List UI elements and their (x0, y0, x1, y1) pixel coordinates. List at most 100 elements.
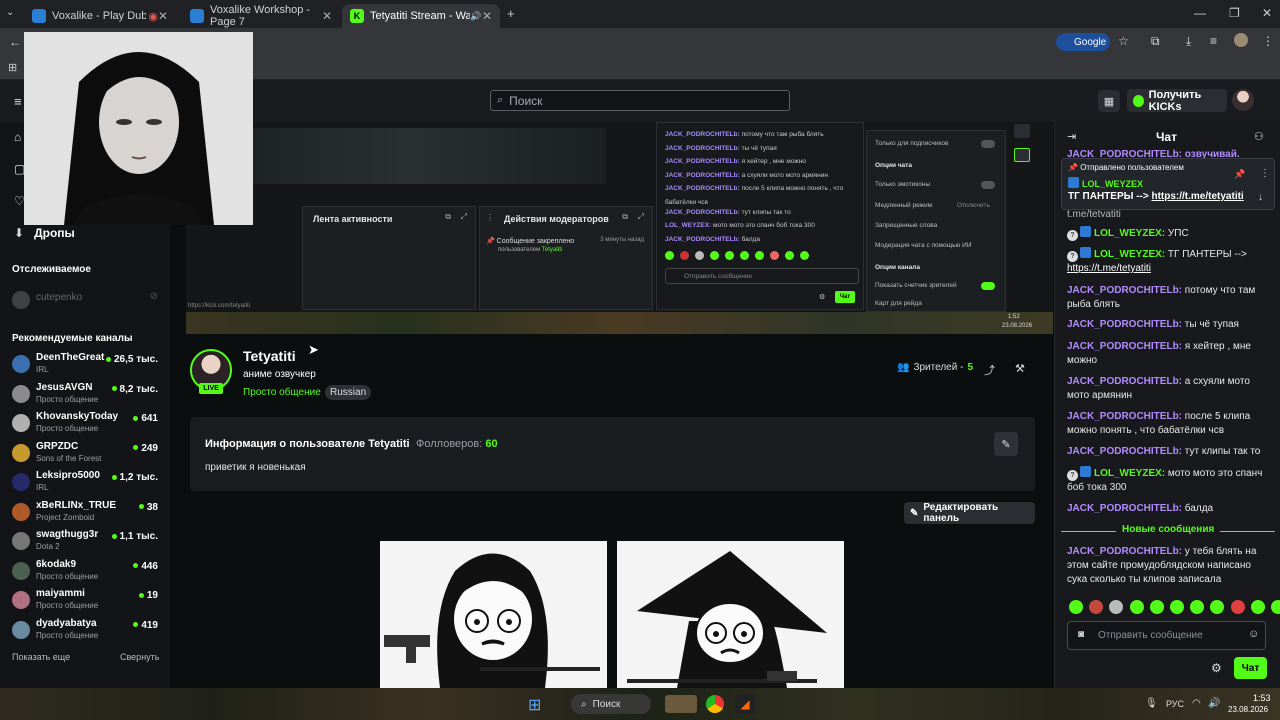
download-icon[interactable]: ⤓ (1186, 34, 1191, 49)
keyboard-language[interactable]: РУС (1166, 699, 1184, 709)
chat-message[interactable]: JACK_PODROCHITELb: у тебя блять на этом … (1067, 545, 1267, 587)
panel-image-samurai[interactable] (617, 541, 844, 688)
streamer-name[interactable]: Tetyatiti (243, 348, 296, 364)
chat-message[interactable]: JACK_PODROCHITELb: после 5 клипа можно п… (1067, 410, 1267, 438)
search-input[interactable]: ⌕ Поиск (490, 90, 790, 111)
pinned-more-icon[interactable]: ⋮ (1260, 168, 1270, 179)
home-icon[interactable]: ⌂ (14, 130, 21, 144)
chat-username[interactable]: LOL_WEYZEX: (1094, 468, 1165, 479)
chat-message[interactable]: JACK_PODROCHITELb: ты чё тупая (1067, 318, 1267, 332)
pinned-message[interactable]: 📌 Отправлено пользователем LOL_WEYZEX ТГ… (1061, 158, 1275, 210)
chat-message[interactable]: JACK_PODROCHITELb: тут клипы так то (1067, 445, 1267, 459)
app-icon[interactable]: ◢ (735, 694, 755, 714)
sidebar-channel-item[interactable]: JesusAVGN Просто общение 8,2 тыс. (10, 382, 162, 410)
chat-users-icon[interactable]: ⚇ (1254, 130, 1264, 143)
chat-username[interactable]: JACK_PODROCHITELb: (1067, 546, 1182, 557)
chat-message[interactable]: ? LOL_WEYZEX: ТГ ПАНТЕРЫ --> https://t.me… (1067, 247, 1267, 276)
sidebar-item-drops[interactable]: ⬇ Дропы (14, 226, 75, 240)
language-tag[interactable]: Russian (325, 385, 372, 400)
show-more-link[interactable]: Показать еще (12, 652, 70, 662)
emote-icon[interactable] (1149, 600, 1164, 614)
chat-username[interactable]: JACK_PODROCHITELb: (1067, 285, 1182, 296)
windows-start-icon[interactable]: ⊞ (528, 695, 541, 715)
video-player[interactable]: Лента активности ⧉ ⤢ Действия модераторо… (186, 122, 1053, 334)
layout-toggle-button[interactable]: ▦ (1098, 90, 1120, 112)
emote-icon[interactable] (1250, 600, 1265, 614)
edit-info-button[interactable]: ✎ (994, 432, 1018, 456)
chat-settings-icon[interactable]: ⚙ (1211, 661, 1222, 675)
panel-image-gun[interactable] (380, 541, 607, 688)
chat-username[interactable]: JACK_PODROCHITELb: (1067, 376, 1182, 387)
pinned-expand-icon[interactable]: ↓ (1258, 192, 1263, 203)
following-channel-item[interactable]: cutepenko ⊘ (10, 288, 162, 316)
sidebar-channel-item[interactable]: swagthugg3r Dota 2 1,1 тыс. (10, 529, 162, 557)
bookmark-star-icon[interactable]: ☆ (1118, 34, 1129, 48)
emote-icon[interactable] (1230, 600, 1245, 614)
expand-icon[interactable]: ⤢ (638, 212, 644, 222)
browser-menu-icon[interactable]: ⋮ (1262, 34, 1274, 48)
google-lens-chip[interactable]: Google (1056, 33, 1110, 51)
collapse-chat-icon[interactable]: ⇥ (1067, 130, 1076, 143)
microphone-icon[interactable]: 🎙 (1145, 698, 1158, 709)
taskbar-date[interactable]: 23.08.2026 (1228, 705, 1268, 714)
chat-message[interactable]: JACK_PODROCHITELb: а схуяли мото мото ар… (1067, 375, 1267, 403)
chat-message[interactable]: JACK_PODROCHITELb: балда (1067, 502, 1267, 516)
sidebar-channel-item[interactable]: dyadyabatya Просто общение 419 (10, 618, 162, 646)
tab-search-icon[interactable]: ⌄ (6, 7, 14, 18)
profile-avatar[interactable] (1234, 33, 1248, 47)
new-tab-icon[interactable]: + (507, 6, 515, 21)
drag-handle-icon[interactable]: ⋮ (486, 213, 494, 222)
minimize-icon[interactable]: — (1194, 6, 1206, 20)
extensions-icon[interactable]: ⧉ (1151, 34, 1160, 49)
chat-username[interactable]: JACK_PODROCHITELb: (1067, 446, 1182, 457)
sidebar-channel-item[interactable]: KhovanskyToday Просто общение 641 (10, 411, 162, 439)
tab-tetyatiti-stream[interactable]: K Tetyatiti Stream - Watch Li 🔊 ✕ (342, 4, 500, 28)
tab-close-icon[interactable]: ✕ (158, 9, 168, 23)
audio-playing-icon[interactable]: 🔊 (470, 11, 481, 22)
chat-message[interactable]: JACK_PODROCHITELb: потому что там рыба б… (1067, 284, 1267, 312)
emote-icon[interactable] (1271, 600, 1280, 614)
emoji-picker-icon[interactable]: ☺ (1248, 628, 1259, 640)
sidebar-channel-item[interactable]: GRPZDC Sons of the Forest 249 (10, 441, 162, 469)
back-icon[interactable]: ← (9, 35, 21, 49)
popout-icon[interactable]: ⧉ (445, 212, 451, 222)
chat-identity-icon[interactable]: ◙ (1078, 629, 1084, 640)
chat-message[interactable]: ? LOL_WEYZEX: мото мото это спанч боб ток… (1067, 466, 1267, 495)
chat-username[interactable]: JACK_PODROCHITELb: (1067, 411, 1182, 422)
chat-message-input[interactable]: ◙ Отправить сообщение ☺ (1067, 621, 1266, 650)
wifi-icon[interactable]: ◠ (1192, 698, 1201, 709)
stream-settings-icon[interactable]: ⚒ (1015, 362, 1025, 375)
chat-username[interactable]: LOL_WEYZEX: (1094, 249, 1165, 260)
sidebar-channel-item[interactable]: xBeRLINx_TRUE Project Zomboid 38 (10, 500, 162, 528)
chat-link[interactable]: https://t.me/tetyatiti (1067, 263, 1151, 274)
chat-username[interactable]: JACK_PODROCHITELb: (1067, 503, 1182, 514)
apps-grid-icon[interactable]: ⊞ (8, 61, 17, 74)
emote-icon[interactable] (1129, 600, 1144, 614)
user-avatar[interactable] (1232, 89, 1254, 111)
chrome-icon[interactable] (706, 695, 724, 713)
share-icon[interactable]: ⤴ (984, 362, 995, 378)
get-kicks-button[interactable]: Получить KICKs (1127, 89, 1227, 113)
unpin-icon[interactable]: 📌 (1234, 169, 1245, 180)
stream-category-link[interactable]: Просто общение (243, 387, 321, 398)
chat-username[interactable]: JACK_PODROCHITELb: (1067, 341, 1182, 352)
tab-close-icon[interactable]: ✕ (482, 9, 492, 23)
edit-panel-button[interactable]: ✎ Редактировать панель (904, 502, 1035, 524)
chat-message[interactable]: ? LOL_WEYZEX: УПС (1067, 226, 1267, 241)
hamburger-menu-icon[interactable]: ≡ (14, 94, 22, 109)
reading-list-icon[interactable]: ≡ (1210, 34, 1217, 48)
taskbar-search[interactable]: ⌕ Поиск (571, 694, 651, 714)
emote-icon[interactable] (1069, 600, 1083, 614)
maximize-icon[interactable]: ❐ (1229, 6, 1240, 20)
chat-message[interactable]: JACK_PODROCHITELb: я хейтер , мне можно (1067, 340, 1267, 368)
chat-username[interactable]: JACK_PODROCHITELb: (1067, 319, 1182, 330)
close-window-icon[interactable]: ✕ (1262, 6, 1272, 20)
taskbar-time[interactable]: 1:53 (1253, 693, 1271, 703)
sidebar-channel-item[interactable]: maiyammi Просто общение 19 (10, 588, 162, 616)
sidebar-channel-item[interactable]: DeenTheGreat IRL 26,5 тыс. (10, 352, 162, 380)
collapse-link[interactable]: Свернуть (120, 652, 159, 662)
popout-icon[interactable]: ⧉ (622, 212, 628, 222)
taskbar-widget-icon[interactable] (665, 695, 697, 713)
chat-send-button[interactable]: Чат (1234, 657, 1267, 679)
tab-voxalike-game[interactable]: Voxalike - Play Dub Game O ◉ ✕ (24, 4, 176, 28)
